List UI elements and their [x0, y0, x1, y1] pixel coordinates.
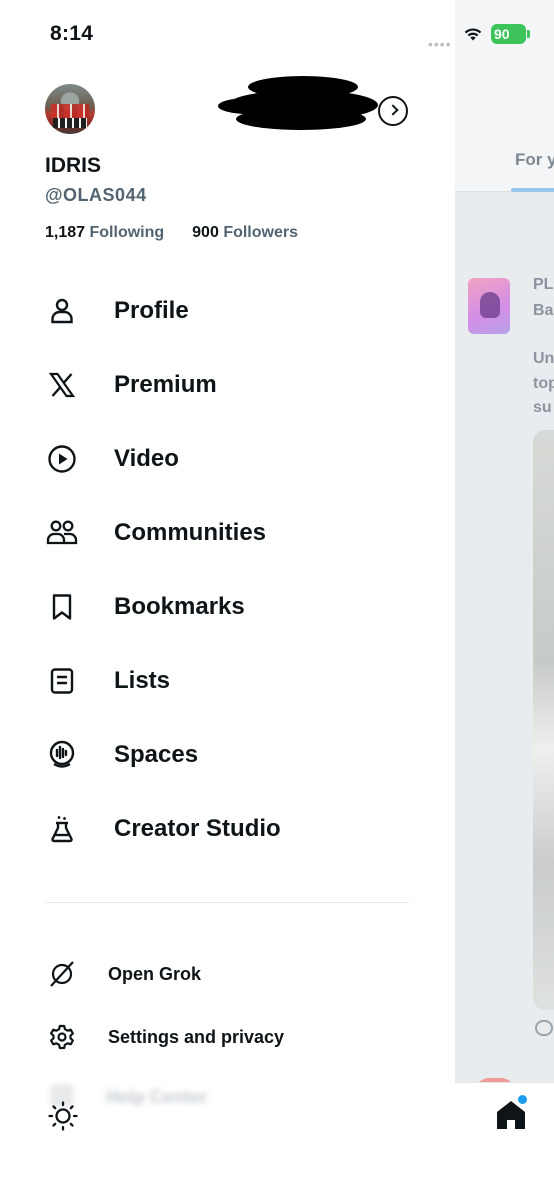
menu-item-label: Help Center [106, 1087, 208, 1107]
reply-icon[interactable] [535, 1020, 553, 1036]
feed-background: For y PL Ba Un top su [455, 0, 554, 1200]
post-line: PL [533, 276, 554, 293]
menu-item-premium[interactable]: Premium [45, 363, 425, 407]
menu-item-creator-studio[interactable]: Creator Studio [45, 807, 425, 851]
menu-item-label: Video [114, 445, 179, 472]
follow-counts: 1,187 Following 900 Followers [45, 224, 298, 242]
wifi-icon [464, 28, 482, 41]
redacted-scribble [218, 72, 388, 136]
gear-icon [45, 1020, 79, 1054]
tab-underline [511, 188, 554, 192]
menu-item-bookmarks[interactable]: Bookmarks [45, 585, 425, 629]
display-theme-button[interactable] [45, 1098, 81, 1134]
signal-dots-icon: •••• [428, 36, 452, 52]
bookmark-icon [45, 590, 79, 624]
menu-item-label: Communities [114, 519, 267, 546]
battery-icon: 90 [491, 24, 526, 44]
menu-divider [45, 902, 409, 903]
flask-icon [45, 812, 79, 846]
menu-item-label: Lists [114, 667, 171, 694]
menu-item-spaces[interactable]: Spaces [45, 733, 425, 777]
post-line: Un [533, 350, 554, 367]
menu-item-label: Spaces [114, 741, 199, 768]
menu-item-open-grok[interactable]: Open Grok [45, 956, 425, 992]
post-line: Ba [533, 302, 554, 319]
profile-handle: @OLAS044 [45, 185, 147, 205]
post-line: su [533, 399, 552, 416]
grok-icon [45, 957, 79, 991]
microphone-icon [45, 738, 79, 772]
menu-item-label: Settings and privacy [108, 1026, 285, 1047]
menu-item-label: Open Grok [108, 963, 202, 984]
person-icon [45, 294, 79, 328]
menu-item-label: Premium [114, 371, 217, 398]
followers-count: 900 [192, 224, 219, 241]
battery-cap [527, 30, 530, 38]
post-line: top [533, 375, 554, 392]
menu-item-label: Creator Studio [114, 815, 281, 842]
people-icon [45, 516, 79, 550]
x-logo-icon [45, 368, 79, 402]
play-circle-icon [45, 442, 79, 476]
post-avatar[interactable] [468, 278, 510, 334]
followers-link[interactable]: 900 Followers [192, 224, 298, 241]
notification-dot [518, 1095, 527, 1104]
status-time: 8:14 [50, 22, 94, 45]
sun-icon [48, 1101, 78, 1131]
menu-item-settings-privacy[interactable]: Settings and privacy [45, 1019, 425, 1055]
more-accounts-button[interactable] [378, 96, 408, 126]
menu-item-label: Bookmarks [114, 593, 245, 620]
followers-label: Followers [223, 224, 298, 241]
menu-item-video[interactable]: Video [45, 437, 425, 481]
profile-name[interactable]: IDRIS [45, 154, 101, 178]
following-label: Following [89, 224, 165, 241]
following-count: 1,187 [45, 224, 86, 241]
menu-item-communities[interactable]: Communities [45, 511, 425, 555]
following-link[interactable]: 1,187 Following [45, 224, 164, 241]
menu-item-label: Profile [114, 297, 189, 324]
post-media[interactable] [533, 430, 554, 1010]
menu-item-lists[interactable]: Lists [45, 659, 425, 703]
avatar[interactable] [45, 84, 95, 134]
list-icon [45, 664, 79, 698]
tab-for-you[interactable]: For y [515, 150, 554, 170]
menu-item-profile[interactable]: Profile [45, 289, 425, 333]
